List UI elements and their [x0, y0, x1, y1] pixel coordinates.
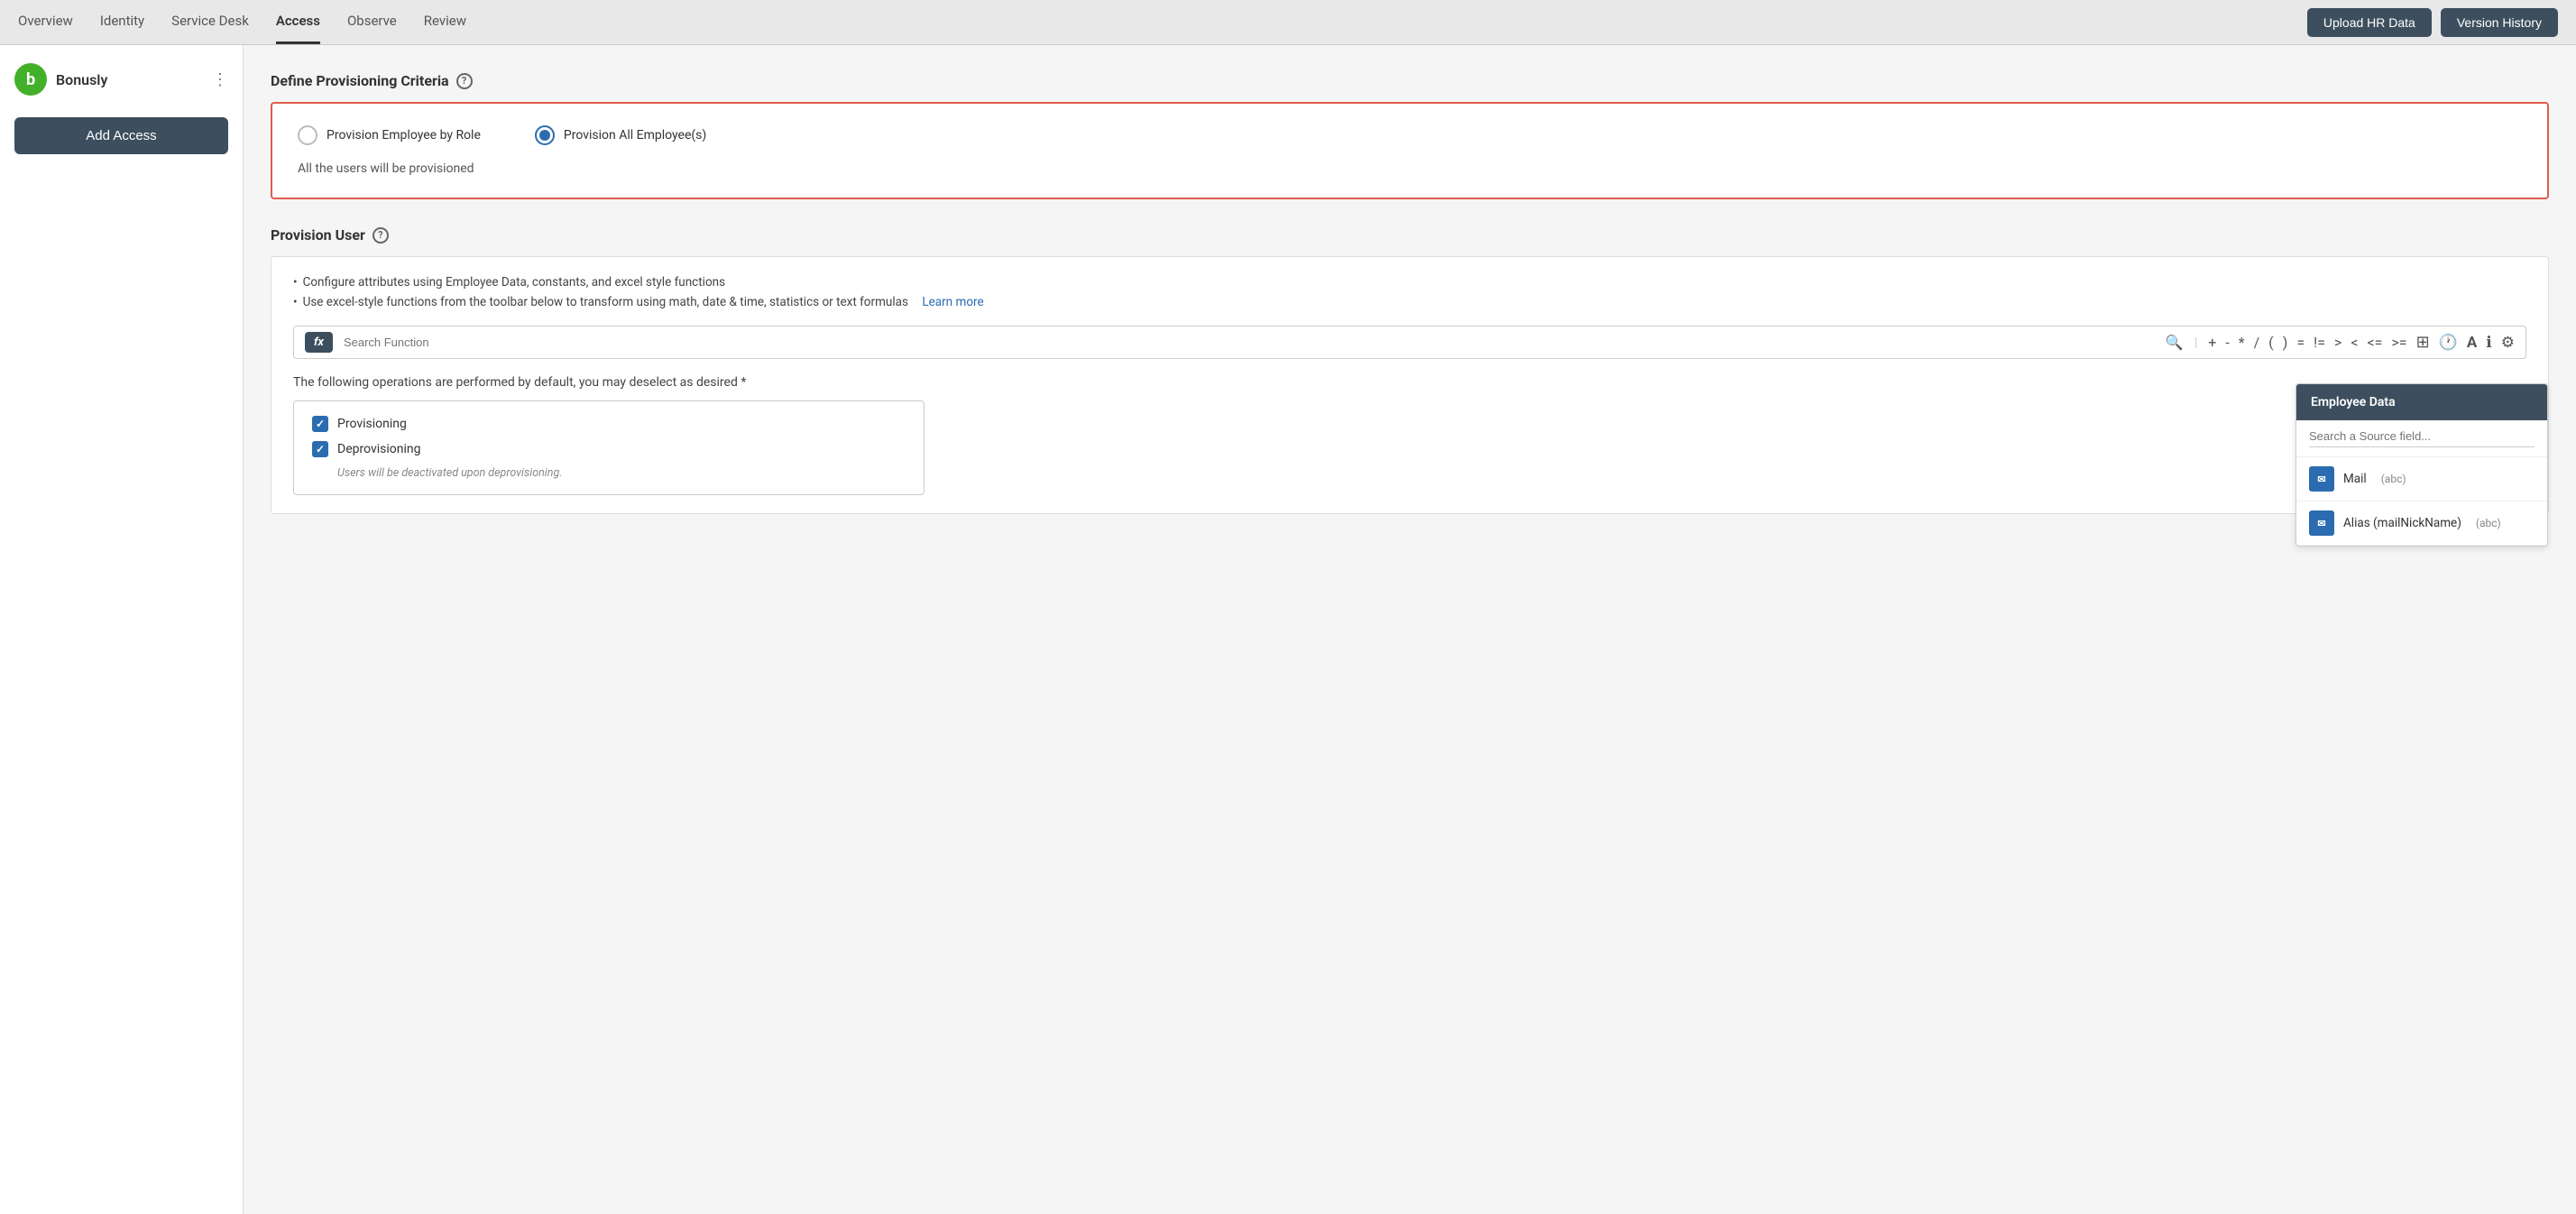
toolbar-divider: | — [2194, 336, 2197, 350]
alias-field-icon: ✉ — [2309, 510, 2334, 536]
radio-options-row: Provision Employee by Role Provision All… — [298, 125, 2522, 145]
text-icon[interactable]: A — [2467, 334, 2477, 352]
alias-field-name: Alias (mailNickName) — [2343, 516, 2461, 530]
bullet-item-1: Configure attributes using Employee Data… — [293, 275, 2526, 290]
learn-more-link[interactable]: Learn more — [922, 295, 983, 309]
provision-user-section: Provision User ? Configure attributes us… — [271, 226, 2549, 514]
deprovisioning-checkbox[interactable] — [312, 441, 328, 457]
mail-field-name: Mail — [2343, 472, 2367, 486]
op-plus[interactable]: + — [2208, 334, 2216, 351]
radio-all-employees[interactable] — [535, 125, 555, 145]
toolbar-ops: + - * / ( ) = != > < <= >= ⊞ 🕐 — [2208, 333, 2515, 352]
deprovisioning-checkbox-row: Deprovisioning — [312, 441, 906, 457]
nav-actions: Upload HR Data Version History — [2307, 8, 2558, 37]
op-multiply[interactable]: * — [2239, 334, 2245, 351]
sidebar-menu-icon[interactable]: ⋮ — [212, 70, 228, 89]
field-mail[interactable]: ✉ Mail (abc) — [2296, 457, 2547, 501]
nav-identity[interactable]: Identity — [100, 0, 144, 44]
provision-box: Configure attributes using Employee Data… — [271, 256, 2549, 514]
layout: b Bonusly ⋮ Add Access Define Provisioni… — [0, 45, 2576, 1214]
field-alias[interactable]: ✉ Alias (mailNickName) (abc) — [2296, 501, 2547, 546]
provisioning-checkbox-row: Provisioning — [312, 416, 906, 432]
employee-data-panel: Employee Data ✉ Mail (abc) ✉ Alias (mail… — [2295, 383, 2548, 547]
provision-user-title: Provision User ? — [271, 226, 2549, 244]
op-equals[interactable]: = — [2296, 334, 2305, 351]
upload-hr-data-button[interactable]: Upload HR Data — [2307, 8, 2432, 37]
bullet2-text: Use excel-style functions from the toolb… — [303, 295, 908, 309]
add-access-button[interactable]: Add Access — [14, 117, 228, 154]
fx-badge: fx — [305, 332, 333, 353]
nav-review[interactable]: Review — [424, 0, 466, 44]
radio-inner-fill — [539, 130, 550, 141]
search-function-input[interactable] — [344, 336, 2155, 349]
op-greater[interactable]: > — [2334, 334, 2341, 351]
provision-by-role-option[interactable]: Provision Employee by Role — [298, 125, 481, 145]
criteria-description: All the users will be provisioned — [298, 161, 2522, 176]
op-close-paren[interactable]: ) — [2283, 334, 2288, 351]
mail-field-type: (abc) — [2381, 473, 2406, 485]
op-open-paren[interactable]: ( — [2268, 334, 2273, 351]
panel-search-input[interactable] — [2309, 429, 2535, 447]
deprovisioning-note: Users will be deactivated upon deprovisi… — [337, 466, 906, 480]
sidebar-header: b Bonusly ⋮ — [14, 63, 228, 103]
app-logo: b — [14, 63, 47, 96]
version-history-button[interactable]: Version History — [2441, 8, 2558, 37]
mail-field-icon: ✉ — [2309, 466, 2334, 492]
provision-by-role-label: Provision Employee by Role — [327, 128, 481, 143]
provisioning-label: Provisioning — [337, 417, 407, 431]
search-icon[interactable]: 🔍 — [2166, 334, 2184, 351]
provision-all-employees-option[interactable]: Provision All Employee(s) — [535, 125, 706, 145]
deprovisioning-label: Deprovisioning — [337, 442, 421, 456]
provisioning-checkbox[interactable] — [312, 416, 328, 432]
op-less-eq[interactable]: <= — [2368, 334, 2383, 351]
top-nav: Overview Identity Service Desk Access Ob… — [0, 0, 2576, 45]
nav-overview[interactable]: Overview — [18, 0, 73, 44]
nav-observe[interactable]: Observe — [347, 0, 397, 44]
provision-user-help-icon[interactable]: ? — [373, 227, 389, 244]
radio-by-role[interactable] — [298, 125, 317, 145]
provision-user-title-text: Provision User — [271, 226, 365, 244]
op-minus[interactable]: - — [2225, 334, 2229, 351]
bullet-item-2: Use excel-style functions from the toolb… — [293, 295, 2526, 309]
op-less[interactable]: < — [2351, 334, 2358, 351]
settings-icon[interactable]: ⚙ — [2501, 334, 2515, 352]
app-name: Bonusly — [56, 71, 107, 88]
operations-box: Provisioning Deprovisioning Users will b… — [293, 400, 925, 495]
op-not-equals[interactable]: != — [2314, 334, 2325, 351]
criteria-help-icon[interactable]: ? — [456, 73, 473, 89]
op-divide[interactable]: / — [2254, 334, 2260, 351]
employee-data-panel-header: Employee Data — [2296, 384, 2547, 420]
alias-field-type: (abc) — [2476, 517, 2501, 529]
criteria-title-text: Define Provisioning Criteria — [271, 72, 449, 89]
sidebar-logo: b Bonusly — [14, 63, 107, 96]
operations-label: The following operations are performed b… — [293, 375, 2526, 390]
nav-service-desk[interactable]: Service Desk — [171, 0, 249, 44]
panel-search — [2296, 420, 2547, 457]
nav-access[interactable]: Access — [276, 0, 320, 44]
clock-icon[interactable]: 🕐 — [2439, 334, 2458, 352]
main-content: Define Provisioning Criteria ? Provision… — [244, 45, 2576, 1214]
op-greater-eq[interactable]: >= — [2391, 334, 2406, 351]
function-toolbar: fx 🔍 | + - * / ( ) = != > < — [293, 326, 2526, 359]
provision-bullet-list: Configure attributes using Employee Data… — [293, 275, 2526, 309]
provision-all-employees-label: Provision All Employee(s) — [564, 128, 706, 143]
sidebar: b Bonusly ⋮ Add Access — [0, 45, 244, 1214]
info-icon[interactable]: ℹ — [2486, 334, 2491, 352]
grid-table-icon[interactable]: ⊞ — [2416, 333, 2430, 352]
criteria-box: Provision Employee by Role Provision All… — [271, 102, 2549, 199]
criteria-section-title: Define Provisioning Criteria ? — [271, 72, 2549, 89]
nav-items: Overview Identity Service Desk Access Ob… — [18, 0, 2307, 44]
